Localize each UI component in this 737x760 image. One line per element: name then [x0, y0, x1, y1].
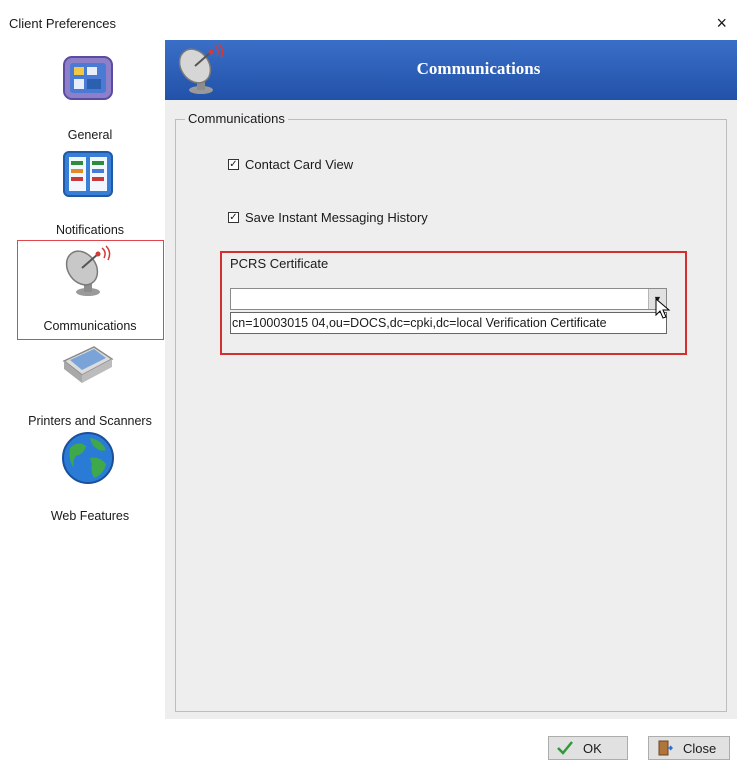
pcrs-certificate-select[interactable]: ▼: [230, 288, 667, 310]
communications-groupbox: [175, 119, 727, 712]
exit-door-icon: [658, 740, 673, 756]
certificate-dropdown-option[interactable]: cn=10003015 04,ou=DOCS,dc=cpki,dc=local …: [230, 312, 667, 334]
save-im-history-option[interactable]: ✓ Save Instant Messaging History: [228, 210, 428, 225]
contact-card-view-checkbox[interactable]: ✓: [228, 159, 239, 170]
save-im-history-label: Save Instant Messaging History: [245, 210, 428, 225]
contact-card-view-label: Contact Card View: [245, 157, 354, 172]
sidebar-item-communications[interactable]: Communications: [0, 319, 180, 333]
close-button-label: Close: [683, 740, 717, 756]
globe-icon[interactable]: [60, 430, 116, 486]
sidebar-item-notifications[interactable]: Notifications: [0, 223, 180, 237]
sidebar-item-printers-scanners[interactable]: Printers and Scanners: [0, 414, 180, 428]
general-icon[interactable]: [60, 49, 116, 105]
notifications-icon[interactable]: [60, 146, 116, 202]
mouse-cursor-icon: [655, 298, 671, 319]
pcrs-certificate-label: PCRS Certificate: [230, 256, 329, 271]
content-panel: Communications Communications ✓ Contact …: [165, 40, 737, 760]
page-title: Communications: [416, 59, 541, 78]
scanner-icon[interactable]: [60, 339, 116, 395]
close-icon[interactable]: ×: [716, 13, 727, 34]
sidebar-item-web-features[interactable]: Web Features: [0, 509, 180, 523]
save-im-history-checkbox[interactable]: ✓: [228, 212, 239, 223]
ok-button-label: OK: [583, 740, 602, 756]
sidebar-item-general[interactable]: General: [0, 128, 180, 142]
satellite-dish-icon[interactable]: [60, 244, 116, 300]
groupbox-legend: Communications: [185, 111, 288, 126]
checkmark-icon: [557, 741, 573, 755]
close-button[interactable]: Close: [648, 736, 730, 760]
sidebar: General Notifications Communications Pri…: [0, 40, 165, 719]
contact-card-view-option[interactable]: ✓ Contact Card View: [228, 157, 353, 172]
window-title: Client Preferences: [9, 16, 116, 31]
ok-button[interactable]: OK: [548, 736, 628, 760]
header-bar: Communications: [165, 40, 737, 100]
